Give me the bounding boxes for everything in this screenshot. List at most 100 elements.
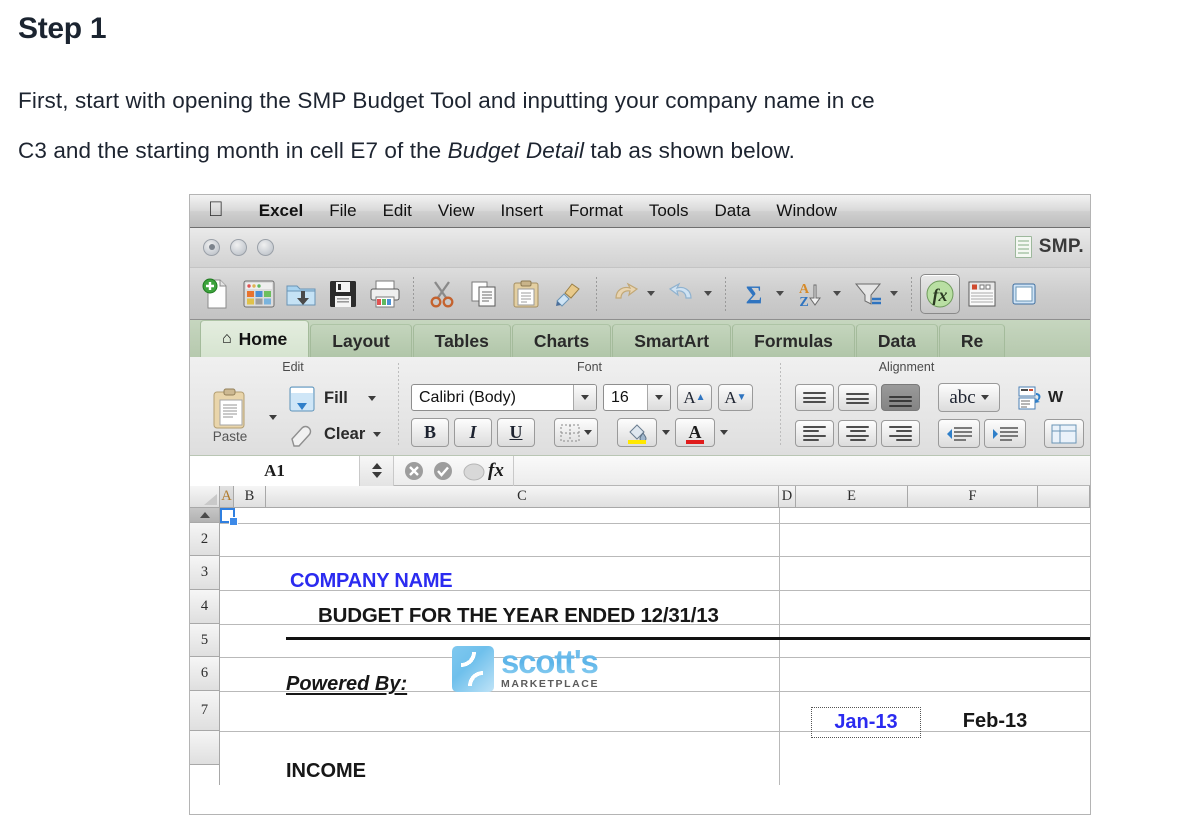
cell-area[interactable]: COMPANY NAME BUDGET FOR THE YEAR ENDED 1… [220,508,1090,785]
cell-b6-powered-by[interactable]: Powered By: [286,673,407,696]
bold-button[interactable]: B [410,418,449,447]
tab-smartart[interactable]: SmartArt [612,324,732,357]
tab-formulas[interactable]: Formulas [732,324,855,357]
cut-scissors-icon[interactable] [422,274,462,314]
undo-dropdown-caret-icon[interactable] [647,291,655,296]
column-header-c[interactable]: C [266,486,779,507]
undo-icon[interactable] [605,274,645,314]
autosum-dropdown-caret-icon[interactable] [776,291,784,296]
menu-item-tools[interactable]: Tools [636,201,702,221]
column-header-b[interactable]: B [234,486,266,507]
fill-color-button[interactable] [616,418,657,447]
menu-item-view[interactable]: View [425,201,488,221]
clear-button[interactable]: Clear [288,423,382,447]
save-icon[interactable] [323,274,363,314]
tab-tables[interactable]: Tables [412,324,511,357]
row-header-1[interactable] [190,508,219,523]
select-all-corner[interactable] [190,486,220,507]
align-left-button[interactable] [795,420,834,447]
underline-button[interactable]: U [496,418,535,447]
print-icon[interactable] [365,274,405,314]
close-button[interactable] [203,239,220,256]
cell-e7-start-month[interactable]: Jan-13 [811,707,921,738]
align-top-button[interactable] [795,384,834,411]
decrease-indent-button[interactable] [938,419,980,448]
tab-data[interactable]: Data [855,324,938,357]
cell-b8-income[interactable]: INCOME [286,760,366,783]
increase-indent-button[interactable] [984,419,1026,448]
font-color-dropdown-caret-icon[interactable] [719,430,728,435]
menu-item-edit[interactable]: Edit [370,201,425,221]
row-header-2[interactable]: 2 [190,523,219,556]
tab-charts[interactable]: Charts [511,324,612,357]
column-header-e[interactable]: E [796,486,908,507]
name-box[interactable]: A1 [190,455,360,486]
menu-item-file[interactable]: File [316,201,369,221]
align-right-button[interactable] [881,420,920,447]
toolbox-icon[interactable] [962,274,1002,314]
merge-cells-button[interactable] [1044,419,1084,448]
tab-review[interactable]: Re [938,324,1006,357]
menu-item-data[interactable]: Data [702,201,764,221]
apple-logo-icon[interactable]:  [208,199,224,220]
name-box-stepper[interactable] [360,455,394,486]
cancel-x-icon[interactable] [404,461,424,481]
cell-c4-budget-title[interactable]: BUDGET FOR THE YEAR ENDED 12/31/13 [318,604,719,628]
menu-item-excel[interactable]: Excel [246,201,316,221]
fill-color-dropdown-caret-icon[interactable] [661,430,670,435]
menu-item-format[interactable]: Format [556,201,636,221]
font-name-input[interactable]: Calibri (Body) [410,384,597,411]
font-size-input[interactable]: 16 [602,384,671,411]
redo-dropdown-caret-icon[interactable] [704,291,712,296]
menu-item-window[interactable]: Window [763,201,849,221]
borders-button[interactable] [553,418,598,447]
accept-check-icon[interactable] [433,461,453,481]
autosum-icon[interactable]: Σ [734,274,774,314]
align-center-button[interactable] [838,420,877,447]
font-color-button[interactable]: A [674,418,715,447]
row-header-6[interactable]: 6 [190,657,219,691]
spreadsheet-grid[interactable]: A B C D E F 2 3 4 5 6 7 COMPANY NAME BUD… [190,486,1090,785]
sort-dropdown-caret-icon[interactable] [833,291,841,296]
row-header-7[interactable]: 7 [190,691,219,731]
tab-home[interactable]: ⌂ Home [200,320,310,357]
paste-button[interactable]: Paste [196,387,264,444]
row-header-8[interactable] [190,731,219,765]
italic-button[interactable]: I [453,418,492,447]
paste-dropdown-caret-icon[interactable] [269,415,277,420]
filter-icon[interactable] [848,274,888,314]
fill-dropdown-caret-icon[interactable] [367,396,376,401]
orientation-dropdown-caret-icon[interactable] [980,395,989,400]
font-name-dropdown-caret-icon[interactable] [572,385,596,410]
cell-f7-month[interactable]: Feb-13 [940,710,1050,733]
zoom-icon[interactable] [1004,274,1044,314]
minimize-button[interactable] [230,239,247,256]
column-header-d[interactable]: D [779,486,796,507]
column-header-g[interactable] [1038,486,1090,507]
copy-icon[interactable] [464,274,504,314]
align-middle-button[interactable] [838,384,877,411]
selected-cell-a1[interactable] [220,508,238,526]
menu-item-insert[interactable]: Insert [487,201,556,221]
align-bottom-button[interactable] [881,384,920,411]
tab-layout[interactable]: Layout [310,324,412,357]
insert-function-button[interactable]: fx [463,455,514,486]
template-gallery-icon[interactable] [239,274,279,314]
paste-icon[interactable] [506,274,546,314]
shrink-font-button[interactable]: A ▼ [717,384,753,411]
zoom-button[interactable] [257,239,274,256]
clear-dropdown-caret-icon[interactable] [373,432,382,437]
wrap-text-button[interactable]: W [1018,385,1063,411]
filter-dropdown-caret-icon[interactable] [890,291,898,296]
column-header-f[interactable]: F [908,486,1038,507]
orientation-button[interactable]: abc [938,383,1000,412]
format-painter-icon[interactable] [548,274,588,314]
fill-button[interactable]: Fill [288,385,381,413]
new-document-icon[interactable] [197,274,237,314]
sort-az-icon[interactable]: AZ [791,274,831,314]
redo-icon[interactable] [662,274,702,314]
borders-dropdown-caret-icon[interactable] [583,430,592,435]
formula-builder-icon[interactable]: fx [920,273,960,314]
row-header-3[interactable]: 3 [190,556,219,590]
cell-c3-company-name[interactable]: COMPANY NAME [290,570,453,593]
